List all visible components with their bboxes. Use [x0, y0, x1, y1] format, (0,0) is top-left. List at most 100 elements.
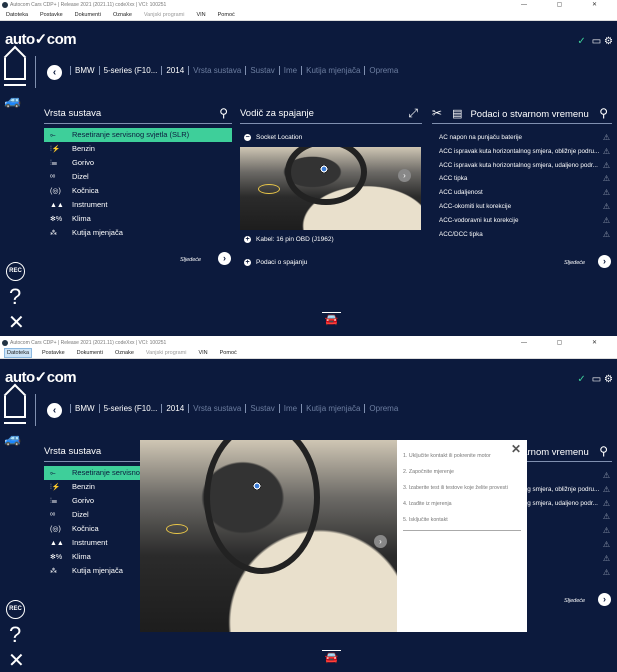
list-item[interactable]: ᵒᵒ Dizel: [44, 170, 232, 184]
next-label[interactable]: Sljedeće: [180, 257, 201, 263]
app-window: Autocom Cars CDP+ | Release 2021 (2021.1…: [0, 338, 617, 672]
photo-next-button[interactable]: ›: [374, 535, 387, 548]
search-icon[interactable]: ⚲: [219, 103, 228, 124]
system-type-panel: Vrsta sustava ⚲ ⟜ Resetiranje servisnog sv…: [44, 103, 232, 265]
back-button[interactable]: ‹: [47, 65, 62, 80]
record-button[interactable]: REC: [6, 600, 25, 619]
crumb-model[interactable]: 5-series (F10...: [98, 66, 162, 75]
menu-postavke[interactable]: Postavke: [40, 349, 67, 357]
home-icon[interactable]: [4, 58, 26, 80]
menu-bar: Datoteka Postavke Dokumenti Oznake Vanjski p…: [0, 10, 617, 21]
window-controls[interactable]: — ▢ ✕: [521, 338, 611, 348]
connection-data-toggle[interactable]: + Podaci o spajanju: [240, 257, 422, 269]
warning-icon: ⚠: [602, 512, 610, 522]
vehicle-diagnostics-icon[interactable]: 🚙: [4, 430, 21, 447]
crumb-make[interactable]: BMW: [70, 66, 99, 75]
socket-location-photo-large: ›: [140, 440, 397, 632]
warning-icon: ⚠: [602, 471, 610, 480]
app-icon: [2, 340, 8, 346]
diesel-icon: ᵒᵒ: [50, 512, 56, 519]
report-icon[interactable]: ▤: [452, 108, 462, 120]
next-button[interactable]: ›: [598, 593, 611, 606]
collapse-icon: −: [244, 134, 251, 141]
list-item[interactable]: ACC/DCC tipka ⚠: [432, 228, 612, 242]
menu-vin[interactable]: VIN: [194, 11, 207, 19]
help-button[interactable]: ?: [9, 622, 21, 648]
warning-icon: ⚠: [602, 160, 610, 170]
list-item[interactable]: AC napon na punjaču baterije ⚠: [432, 131, 612, 145]
title-bar: Autocom Cars CDP+ | Release 2021 (2021.1…: [0, 0, 617, 10]
help-button[interactable]: ?: [9, 284, 21, 310]
home-underline: [4, 84, 26, 86]
item-label: Kutija mjenjača: [72, 228, 123, 237]
warning-icon: ⚠: [602, 188, 610, 198]
item-label: Kočnica: [72, 524, 99, 533]
divider: [35, 394, 36, 426]
vehicle-connect-icon[interactable]: 🚘: [322, 312, 341, 328]
list-item[interactable]: ACC-vodoravni kut korekcije ⚠: [432, 214, 612, 228]
menu-vin[interactable]: VIN: [196, 349, 209, 357]
next-button[interactable]: ›: [598, 255, 611, 268]
instruction-step: 4. Izađite iz mjerenja: [403, 501, 452, 507]
list-item[interactable]: ⟜ Resetiranje servisnog svjetla (SLR): [44, 128, 232, 142]
menu-oznake[interactable]: Oznake: [113, 349, 136, 357]
list-item[interactable]: ✻% Klima: [44, 212, 232, 226]
menu-datoteka[interactable]: Datoteka: [4, 348, 33, 358]
socket-location-toggle[interactable]: −Socket Location: [240, 132, 422, 144]
back-button[interactable]: ‹: [47, 403, 62, 418]
crumb-year[interactable]: 2014: [161, 66, 189, 75]
exit-button[interactable]: ✕: [8, 310, 25, 335]
list-item[interactable]: ACC-okomiti kut korekcije ⚠: [432, 200, 612, 214]
warning-icon: ⚠: [602, 526, 610, 536]
instruction-step: 3. Izaberite test ili testove koje želit…: [403, 485, 508, 491]
list-item[interactable]: ⫶☰ Gorivo: [44, 156, 232, 170]
menu-datoteka[interactable]: Datoteka: [4, 11, 30, 19]
list-item[interactable]: (◎) Kočnica: [44, 184, 232, 198]
gearbox-icon: ⁂: [50, 568, 57, 575]
item-label: Kutija mjenjača: [72, 566, 123, 575]
photo-next-button[interactable]: ›: [398, 169, 411, 182]
vehicle-connect-icon[interactable]: 🚘: [322, 650, 341, 666]
warning-icon: ⚠: [602, 146, 610, 156]
diesel-icon: ᵒᵒ: [50, 174, 56, 181]
tools-icon[interactable]: ✂: [432, 106, 442, 120]
close-icon[interactable]: ✕: [511, 442, 521, 456]
menu-postavke[interactable]: Postavke: [38, 11, 65, 19]
menu-dokumenti[interactable]: Dokumenti: [75, 349, 105, 357]
list-item[interactable]: ACC tipka ⚠: [432, 172, 612, 186]
settings-gear-icon[interactable]: ⚙: [604, 374, 613, 385]
cable-toggle[interactable]: + Kabel: 16 pin OBD (J1962): [240, 234, 422, 246]
instrument-icon: ▲▲: [50, 202, 64, 209]
list-item[interactable]: ACC udaljenost ⚠: [432, 186, 612, 200]
list-item[interactable]: ⫶⚡ Benzin: [44, 142, 232, 156]
home-icon[interactable]: [4, 396, 26, 418]
list-item[interactable]: ▲▲ Instrument: [44, 198, 232, 212]
title-bar: Autocom Cars CDP+ | Release 2021 (2021.1…: [0, 338, 617, 348]
vehicle-diagnostics-icon[interactable]: 🚙: [4, 92, 21, 109]
record-button[interactable]: REC: [6, 262, 25, 281]
menu-dokumenti[interactable]: Dokumenti: [73, 11, 103, 19]
list-item[interactable]: ACC ispravak kuta horizontalnog smjera, …: [432, 159, 612, 173]
expand-icon[interactable]: ⤢: [408, 103, 418, 124]
next-label[interactable]: Sljedeće: [564, 260, 585, 266]
crumb-year[interactable]: 2014: [161, 404, 189, 413]
crumb-system-type: Vrsta sustava: [188, 404, 246, 413]
search-icon[interactable]: ⚲: [599, 103, 608, 124]
list-item[interactable]: ACC ispravak kuta horizontalnog smjera, …: [432, 145, 612, 159]
crumb-make[interactable]: BMW: [70, 404, 99, 413]
cable-label: Kabel: 16 pin OBD (J1962): [256, 236, 334, 243]
app-window: Autocom Cars CDP+ | Release 2021 (2021.1…: [0, 0, 617, 336]
warning-icon: ⚠: [602, 174, 610, 184]
breadcrumb: BMW 5-series (F10... 2014 Vrsta sustava Sust…: [70, 404, 403, 413]
menu-pomoc[interactable]: Pomoć: [218, 349, 239, 357]
search-icon[interactable]: ⚲: [599, 441, 608, 462]
menu-pomoc[interactable]: Pomoć: [216, 11, 237, 19]
next-button[interactable]: ›: [218, 252, 231, 265]
settings-gear-icon[interactable]: ⚙: [604, 36, 613, 47]
list-item[interactable]: ⁂ Kutija mjenjača: [44, 226, 232, 240]
menu-oznake[interactable]: Oznake: [111, 11, 134, 19]
next-label[interactable]: Sljedeće: [564, 598, 585, 604]
window-controls[interactable]: — ▢ ✕: [521, 0, 611, 10]
exit-button[interactable]: ✕: [8, 648, 25, 672]
crumb-model[interactable]: 5-series (F10...: [98, 404, 162, 413]
